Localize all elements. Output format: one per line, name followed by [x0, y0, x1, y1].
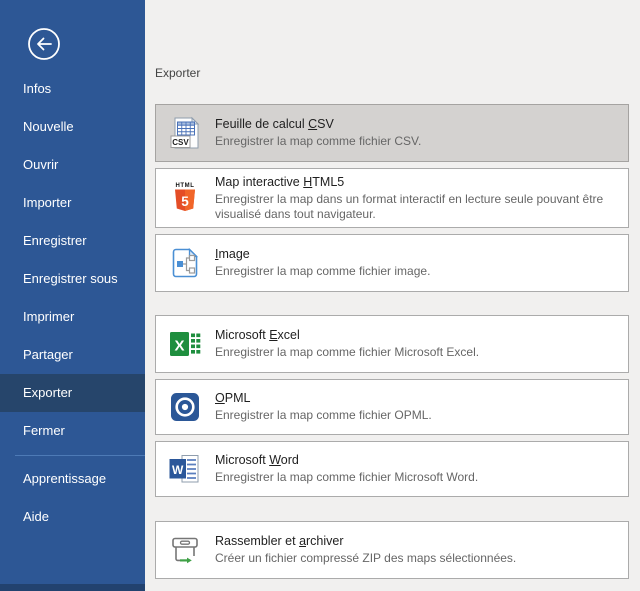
backstage-sidebar: Infos Nouvelle Ouvrir Importer Enregistr…	[0, 0, 145, 591]
export-option-description: Créer un fichier compressé ZIP des maps …	[215, 551, 516, 566]
svg-text:X: X	[174, 338, 184, 355]
archive-box-icon	[167, 532, 203, 568]
sidebar-item-nouvelle[interactable]: Nouvelle	[0, 108, 145, 146]
html5-icon: HTML 5	[167, 180, 203, 216]
export-option-description: Enregistrer la map comme fichier OPML.	[215, 408, 432, 423]
export-option-title: OPML	[215, 391, 432, 406]
sidebar-item-enregistrer-sous[interactable]: Enregistrer sous	[0, 260, 145, 298]
image-export-icon	[167, 245, 203, 281]
export-option-image[interactable]: Image Enregistrer la map comme fichier i…	[155, 234, 629, 292]
export-option-description: Enregistrer la map comme fichier Microso…	[215, 345, 479, 360]
export-option-title: Map interactive HTML5	[215, 175, 618, 190]
sidebar-item-imprimer[interactable]: Imprimer	[0, 298, 145, 336]
sidebar-bottom-edge	[0, 584, 145, 591]
export-option-title: Image	[215, 247, 430, 262]
svg-text:HTML: HTML	[175, 183, 194, 189]
svg-text:5: 5	[181, 194, 189, 209]
sidebar-item-importer[interactable]: Importer	[0, 184, 145, 222]
opml-icon	[167, 389, 203, 425]
csv-spreadsheet-icon: CSV	[167, 115, 203, 151]
export-option-description: Enregistrer la map dans un format intera…	[215, 192, 618, 221]
excel-icon: X	[167, 326, 203, 362]
export-option-description: Enregistrer la map comme fichier image.	[215, 264, 430, 279]
export-option-pack-and-archive[interactable]: Rassembler et archiver Créer un fichier …	[155, 521, 629, 579]
export-option-title: Feuille de calcul CSV	[215, 117, 421, 132]
export-option-description: Enregistrer la map comme fichier CSV.	[215, 134, 421, 149]
sidebar-item-partager[interactable]: Partager	[0, 336, 145, 374]
sidebar-item-exporter[interactable]: Exporter	[0, 374, 145, 412]
export-option-word[interactable]: W Microsoft Word Enregistrer la map comm…	[155, 441, 629, 497]
export-option-excel[interactable]: X Microsoft Excel Enregistrer la map com…	[155, 315, 629, 373]
sidebar-item-apprentissage[interactable]: Apprentissage	[0, 460, 145, 498]
page-title: Exporter	[155, 66, 200, 80]
export-option-title: Rassembler et archiver	[215, 534, 516, 549]
sidebar-item-enregistrer[interactable]: Enregistrer	[0, 222, 145, 260]
sidebar-item-fermer[interactable]: Fermer	[0, 412, 145, 450]
export-option-csv[interactable]: CSV Feuille de calcul CSV Enregistrer la…	[155, 104, 629, 162]
export-option-title: Microsoft Word	[215, 453, 478, 468]
sidebar-menu: Infos Nouvelle Ouvrir Importer Enregistr…	[0, 70, 145, 536]
back-button[interactable]	[27, 27, 61, 61]
sidebar-item-aide[interactable]: Aide	[0, 498, 145, 536]
export-option-html5[interactable]: HTML 5 Map interactive HTML5 Enregistrer…	[155, 168, 629, 228]
back-arrow-icon	[27, 27, 61, 61]
sidebar-separator	[15, 455, 145, 456]
export-option-title: Microsoft Excel	[215, 328, 479, 343]
word-icon: W	[167, 451, 203, 487]
export-option-description: Enregistrer la map comme fichier Microso…	[215, 470, 478, 485]
svg-text:CSV: CSV	[172, 138, 189, 147]
export-option-opml[interactable]: OPML Enregistrer la map comme fichier OP…	[155, 379, 629, 435]
sidebar-item-infos[interactable]: Infos	[0, 70, 145, 108]
sidebar-item-ouvrir[interactable]: Ouvrir	[0, 146, 145, 184]
svg-text:W: W	[172, 463, 184, 477]
